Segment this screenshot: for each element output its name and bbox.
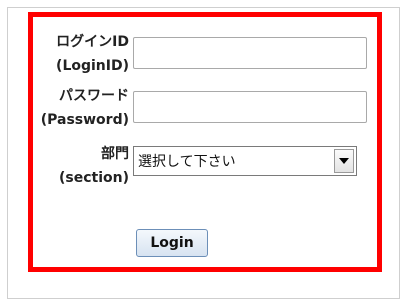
section-select[interactable]: 選択して下さい xyxy=(133,146,357,176)
password-label-en: (Password) xyxy=(40,112,129,128)
section-label-ja: 部門 xyxy=(101,146,129,162)
password-label-ja: パスワード xyxy=(59,88,129,104)
password-label: パスワード (Password) xyxy=(41,84,129,132)
section-label-en: (section) xyxy=(59,170,129,186)
login-id-input[interactable] xyxy=(133,37,367,69)
section-select-value: 選択して下さい xyxy=(138,154,236,170)
chevron-down-icon[interactable] xyxy=(334,149,354,173)
login-button[interactable]: Login xyxy=(136,229,208,257)
password-input[interactable] xyxy=(133,91,367,123)
section-label: 部門 (section) xyxy=(59,142,129,190)
login-id-label-en: (LoginID) xyxy=(56,58,129,74)
chevron-down-glyph xyxy=(339,158,349,164)
login-id-label-ja: ログインID xyxy=(56,34,129,50)
login-id-label: ログインID (LoginID) xyxy=(56,30,129,78)
